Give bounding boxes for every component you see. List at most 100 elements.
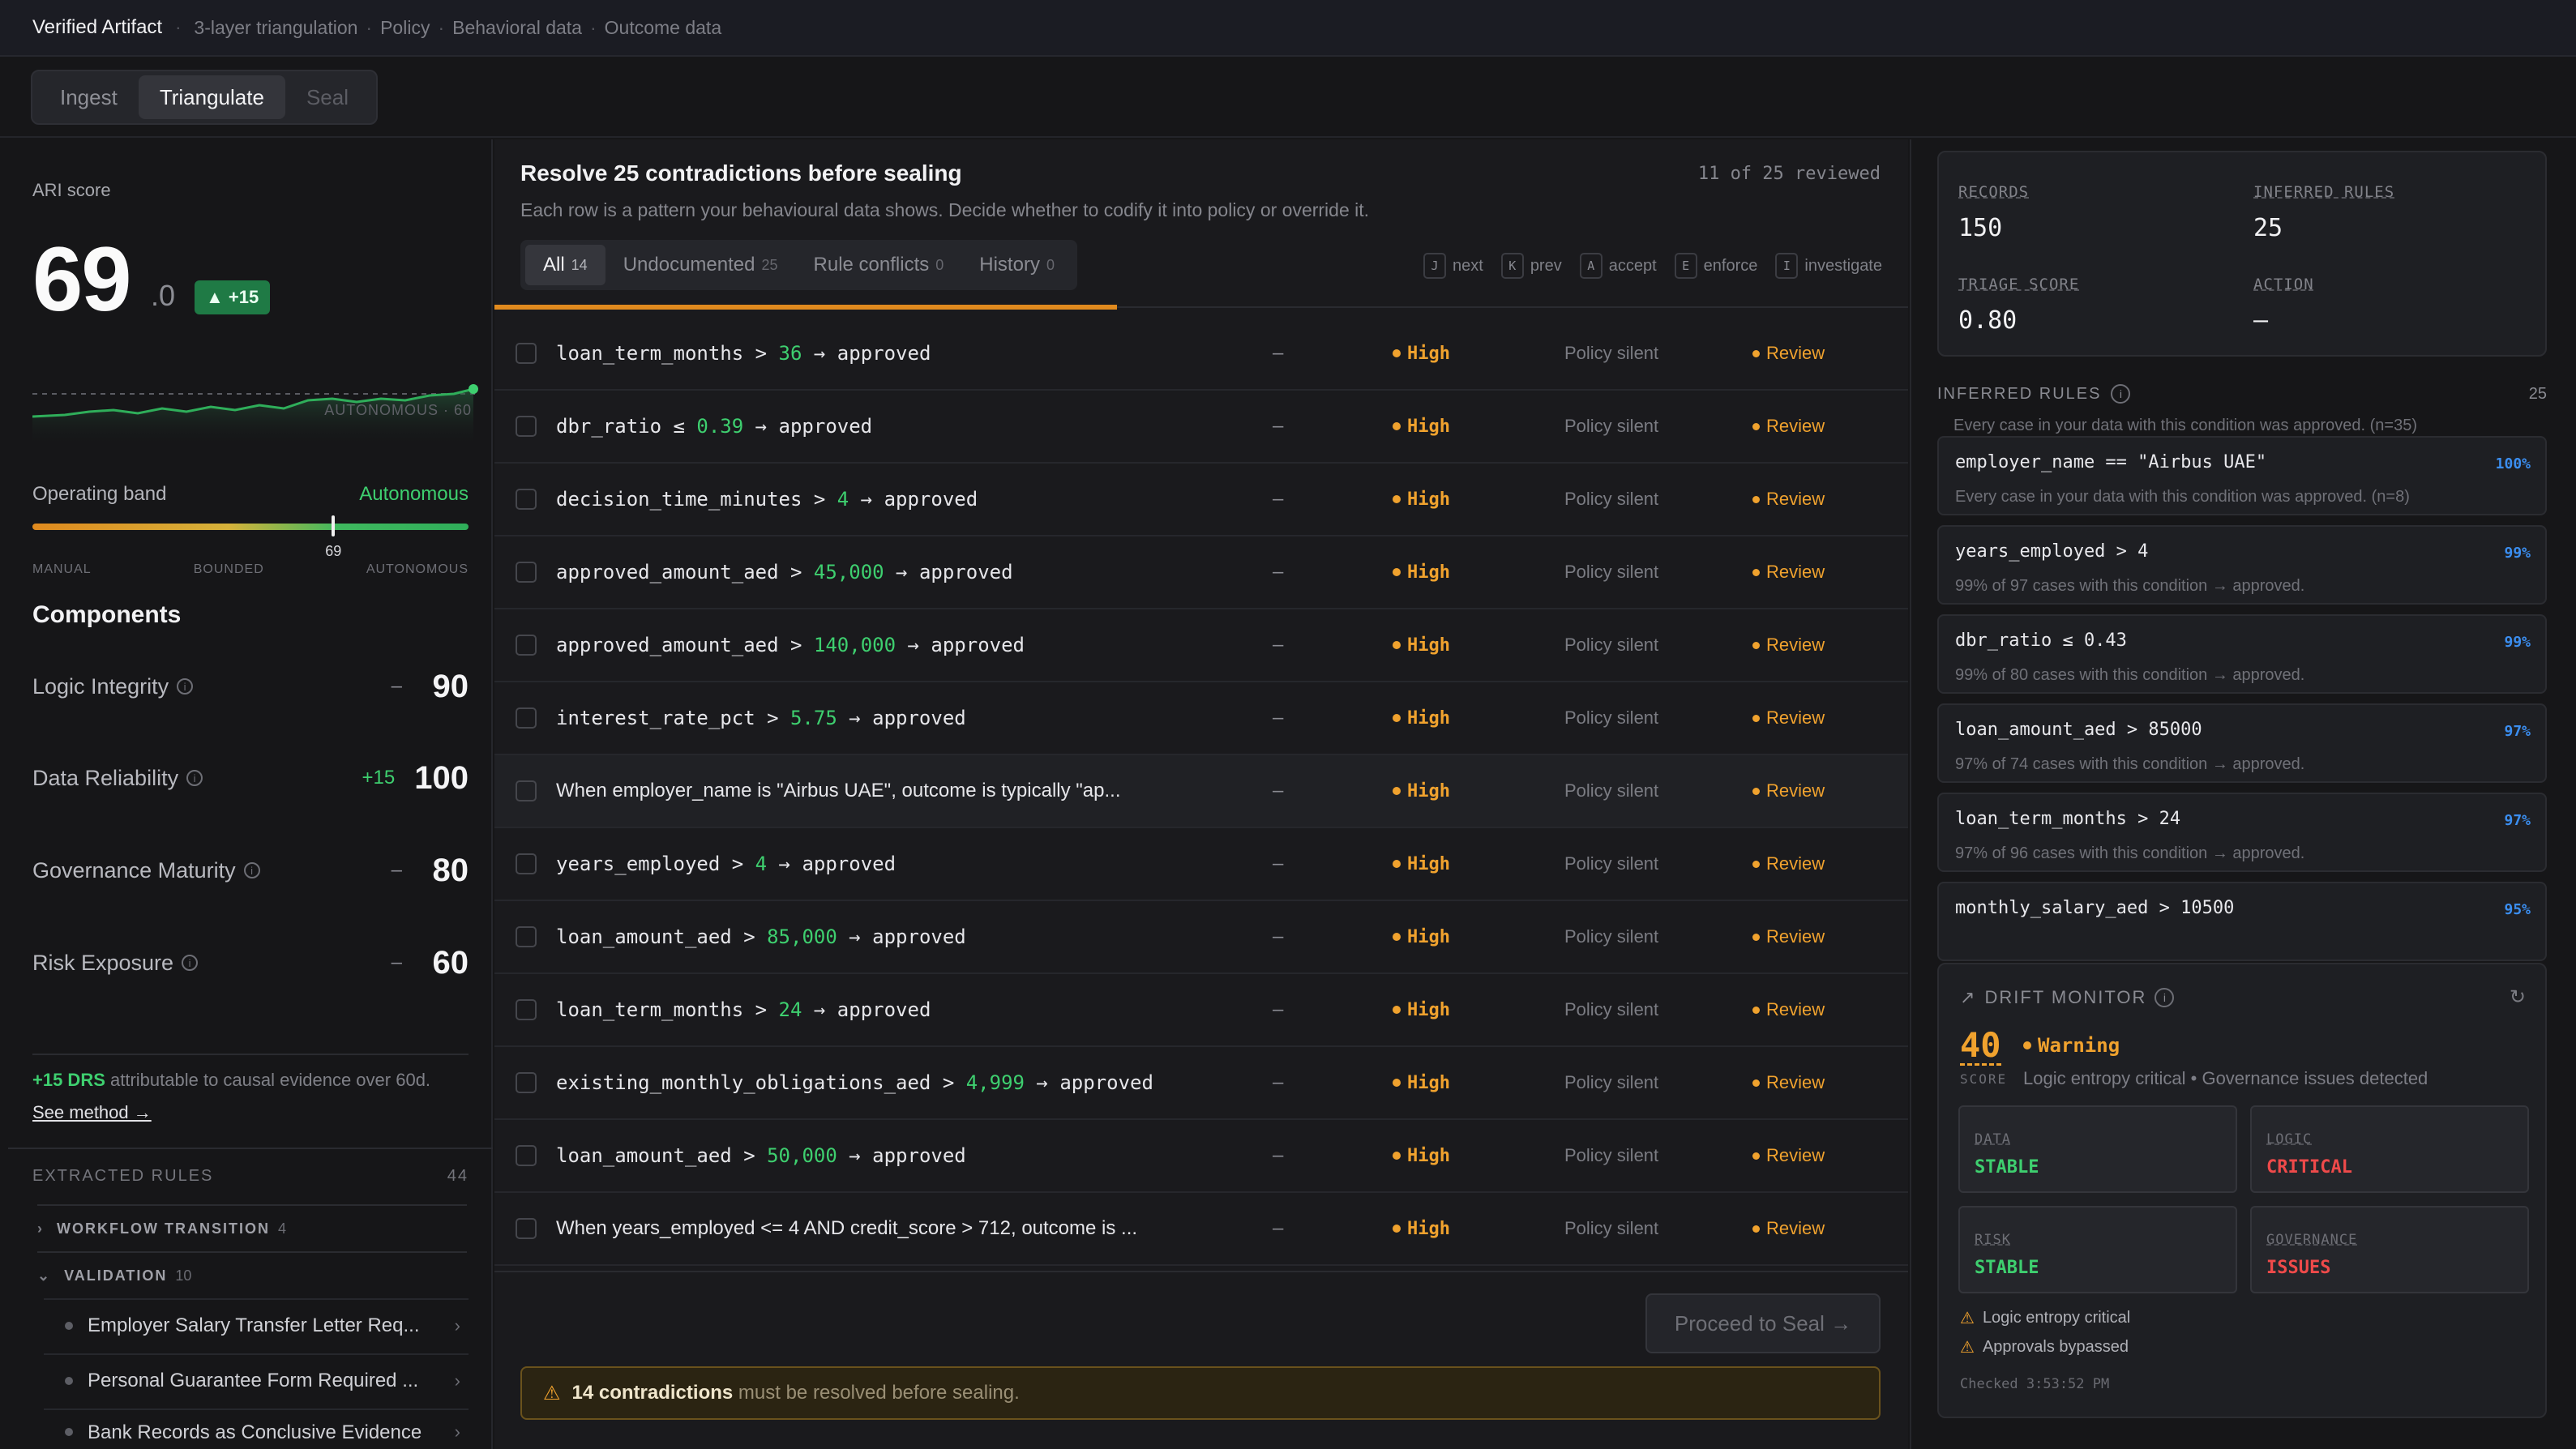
proceed-to-seal-button[interactable]: Proceed to Seal →: [1645, 1293, 1881, 1353]
inferred-rules-title: INFERRED RULES: [1937, 384, 2102, 403]
table-row[interactable]: interest_rate_pct > 5.75 → approved – High…: [494, 682, 1908, 755]
review-action[interactable]: Review: [1752, 1145, 1825, 1166]
condition-value: 5.75: [789, 707, 837, 729]
table-row[interactable]: loan_term_months > 36 → approved – High Pol…: [494, 318, 1908, 391]
tab-rule-conflicts[interactable]: Rule conflicts 0: [796, 245, 962, 285]
inferred-rule-card[interactable]: loan_term_months > 24 97% 97% of 96 cases …: [1937, 793, 2547, 872]
table-row[interactable]: When years_employed <= 4 AND credit_scor…: [494, 1193, 1908, 1266]
info-icon[interactable]: i: [2111, 384, 2131, 404]
inferred-rules-header: INFERRED RULES i 25: [1937, 384, 2547, 404]
table-row[interactable]: approved_amount_aed > 140,000 → approved…: [494, 609, 1908, 682]
extracted-rules-count: 44: [447, 1167, 469, 1185]
drift-box-label: GOVERNANCE: [2266, 1232, 2358, 1248]
row-checkbox[interactable]: [516, 343, 537, 364]
table-row[interactable]: decision_time_minutes > 4 → approved – Hig…: [494, 464, 1908, 536]
severity-badge: High: [1393, 635, 1450, 656]
tab-history[interactable]: History 0: [961, 245, 1072, 285]
step-switcher: Ingest Triangulate Seal: [31, 70, 378, 125]
table-row[interactable]: existing_monthly_obligations_aed > 4,999…: [494, 1047, 1908, 1120]
inferred-rule-card[interactable]: loan_amount_aed > 85000 97% 97% of 74 case…: [1937, 703, 2547, 783]
score-panel: ARI score 69 .0 ▲ +15 AUTONOMOUS · 60 Op…: [8, 139, 493, 1449]
row-policy-rule: –: [1273, 342, 1284, 364]
condition-outcome: → approved: [802, 998, 931, 1021]
row-checkbox[interactable]: [516, 562, 537, 583]
tab-undocumented[interactable]: Undocumented 25: [605, 245, 796, 285]
condition-field: interest_rate_pct >: [556, 707, 790, 729]
app-title: Verified Artifact: [32, 16, 163, 38]
table-row[interactable]: loan_amount_aed > 50,000 → approved – High…: [494, 1120, 1908, 1193]
row-condition: decision_time_minutes > 4 → approved: [556, 488, 978, 511]
info-icon[interactable]: i: [177, 678, 194, 695]
review-action[interactable]: Review: [1752, 489, 1825, 510]
row-policy-rule: –: [1273, 1071, 1284, 1093]
rule-item[interactable]: Personal Guarantee Form Required ... ›: [44, 1353, 469, 1407]
key-a: A: [1579, 253, 1603, 279]
table-row[interactable]: loan_amount_aed > 85,000 → approved – High…: [494, 901, 1908, 974]
rule-item-label: Employer Salary Transfer Letter Req...: [88, 1314, 420, 1336]
row-checkbox[interactable]: [516, 999, 537, 1020]
row-checkbox[interactable]: [516, 489, 537, 510]
inferred-rule-confidence: 100%: [2495, 455, 2531, 472]
table-row[interactable]: dbr_ratio ≤ 0.39 → approved – High Policy s…: [494, 391, 1908, 464]
warning-icon: ⚠: [1960, 1310, 1975, 1327]
info-icon[interactable]: i: [243, 862, 260, 878]
review-action[interactable]: Review: [1752, 999, 1825, 1020]
review-action[interactable]: Review: [1752, 780, 1825, 801]
rule-group-workflow-transition[interactable]: › WORKFLOW TRANSITION 4: [37, 1206, 467, 1251]
row-checkbox[interactable]: [516, 1145, 537, 1166]
review-action[interactable]: Review: [1752, 635, 1825, 656]
rule-group-name: WORKFLOW TRANSITION: [57, 1220, 270, 1237]
row-checkbox[interactable]: [516, 780, 537, 801]
step-triangulate[interactable]: Triangulate: [138, 75, 285, 119]
rule-item[interactable]: Bank Records as Conclusive Evidence ›: [44, 1408, 469, 1449]
inferred-rule-card[interactable]: dbr_ratio ≤ 0.43 99% 99% of 80 cases with …: [1937, 614, 2547, 694]
row-policy-rule: –: [1273, 561, 1284, 583]
policy-status: Policy silent: [1564, 562, 1659, 582]
info-icon[interactable]: i: [2155, 988, 2175, 1007]
see-method-link[interactable]: See method →: [32, 1102, 152, 1123]
review-action[interactable]: Review: [1752, 343, 1825, 364]
table-row[interactable]: years_employed > 4 → approved – High Policy…: [494, 828, 1908, 901]
step-ingest[interactable]: Ingest: [39, 75, 139, 119]
step-seal[interactable]: Seal: [285, 75, 370, 119]
review-action[interactable]: Review: [1752, 707, 1825, 729]
drift-warning: ⚠ Logic entropy critical: [1960, 1308, 2130, 1328]
info-icon[interactable]: i: [186, 770, 203, 786]
table-row[interactable]: approved_amount_aed > 45,000 → approved –…: [494, 536, 1908, 609]
review-action[interactable]: Review: [1752, 562, 1825, 583]
row-checkbox[interactable]: [516, 853, 537, 874]
row-checkbox[interactable]: [516, 1072, 537, 1093]
row-condition: When employer_name is "Airbus UAE", outc…: [556, 780, 1121, 801]
policy-status: Policy silent: [1564, 416, 1659, 436]
ari-sparkline: AUTONOMOUS · 60: [32, 384, 478, 447]
inferred-rule-card[interactable]: monthly_salary_aed > 10500 95%: [1937, 882, 2547, 961]
row-checkbox[interactable]: [516, 926, 537, 947]
review-action[interactable]: Review: [1752, 1218, 1825, 1239]
rule-group-validation[interactable]: ⌄ VALIDATION 10: [37, 1253, 467, 1298]
review-action[interactable]: Review: [1752, 853, 1825, 874]
review-action[interactable]: Review: [1752, 926, 1825, 947]
tab-all[interactable]: All 14: [525, 245, 605, 285]
table-row[interactable]: When employer_name is "Airbus UAE", outc…: [494, 755, 1908, 828]
inferred-rule-desc: 99% of 97 cases with this condition → ap…: [1955, 577, 2305, 595]
table-row[interactable]: loan_term_months > 24 → approved – High Pol…: [494, 974, 1908, 1047]
row-checkbox[interactable]: [516, 1218, 537, 1239]
inferred-rule-desc: Every case in your data with this condit…: [1953, 417, 2417, 434]
rule-item[interactable]: Employer Salary Transfer Letter Req... ›: [44, 1298, 469, 1352]
info-icon[interactable]: i: [182, 955, 199, 971]
inferred-rule-card[interactable]: employer_name == "Airbus UAE" 100% Every c…: [1937, 436, 2547, 515]
tab-label: All: [543, 254, 565, 276]
row-checkbox[interactable]: [516, 416, 537, 437]
chevron-right-icon: ›: [37, 1220, 44, 1237]
row-policy-rule: –: [1273, 1144, 1284, 1166]
component-delta: –: [391, 859, 402, 881]
row-checkbox[interactable]: [516, 707, 537, 729]
review-action[interactable]: Review: [1752, 1072, 1825, 1093]
row-checkbox[interactable]: [516, 635, 537, 656]
review-action[interactable]: Review: [1752, 416, 1825, 437]
band-scale-manual: MANUAL: [32, 562, 92, 576]
refresh-icon[interactable]: ↻: [2510, 985, 2526, 1009]
shortcut-label: next: [1453, 256, 1483, 275]
row-policy-rule: –: [1273, 488, 1284, 510]
inferred-rule-card[interactable]: years_employed > 4 99% 99% of 97 cases wit…: [1937, 525, 2547, 605]
